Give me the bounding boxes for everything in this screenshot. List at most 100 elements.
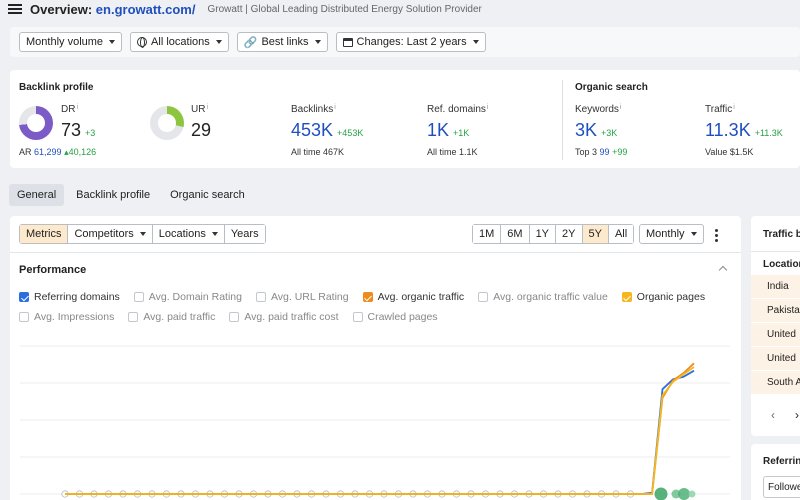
tab-backlink-profile[interactable]: Backlink profile (68, 184, 158, 206)
locations-dropdown[interactable]: All locations (130, 32, 229, 52)
ur-label[interactable]: URi (191, 104, 208, 115)
ref-domains-label[interactable]: Ref. domainsi (427, 104, 488, 115)
backlink-profile-title: Backlink profile (19, 82, 94, 93)
ur-value: 29 (191, 120, 212, 140)
metric-checkbox-label: Referring domains (34, 291, 120, 303)
checkbox-empty-icon (352, 312, 363, 322)
info-icon[interactable]: i (620, 104, 622, 111)
range-2y[interactable]: 2Y (556, 225, 583, 243)
traffic-value-usd: Value $1.5K (705, 147, 754, 157)
target-domain[interactable]: en.growatt.com/ (96, 2, 196, 17)
range-5y[interactable]: 5Y (582, 225, 609, 243)
more-options-icon[interactable] (715, 229, 718, 242)
changes-dropdown[interactable]: Changes: Last 2 years (335, 32, 486, 52)
caret-down-icon (314, 40, 321, 44)
location-row[interactable]: Pakista (751, 299, 800, 323)
dr-label[interactable]: DRi (61, 104, 78, 115)
filter-bar: Monthly volume All locations 🔗 Best links… (10, 27, 800, 57)
top-bar: Overview: en.growatt.com/ Growatt | Glob… (0, 0, 800, 18)
keywords-label[interactable]: Keywordsi (575, 104, 621, 115)
location-row[interactable]: India (751, 275, 800, 299)
event-bubble[interactable] (654, 487, 668, 500)
links-dropdown[interactable]: 🔗 Best links (236, 32, 328, 52)
metric-checkbox[interactable]: Referring domains (19, 291, 120, 303)
info-icon[interactable]: i (733, 104, 735, 111)
keywords-value-group: 3K +3K (575, 120, 618, 140)
range-1m[interactable]: 1M (473, 225, 502, 243)
ur-donut-chart (150, 106, 184, 140)
competitors-dropdown[interactable]: Competitors (68, 225, 153, 243)
metrics-toggle[interactable]: Metrics (20, 225, 69, 243)
caret-down-icon (109, 40, 116, 44)
collapse-chevron-icon[interactable] (718, 265, 728, 275)
range-all[interactable]: All (608, 225, 634, 243)
checkbox-checked-icon (19, 292, 29, 302)
panel-divider (751, 251, 800, 252)
info-icon[interactable]: i (206, 104, 208, 111)
metric-checkbox[interactable]: Avg. Domain Rating (133, 291, 242, 303)
page-tabs: General Backlink profile Organic search (9, 184, 253, 206)
caret-down-icon (472, 40, 479, 44)
ar-value[interactable]: 61,299 (34, 147, 62, 157)
globe-icon (137, 37, 148, 48)
page-subtitle: Growatt | Global Leading Distributed Ene… (207, 3, 482, 15)
location-row[interactable]: United (751, 347, 800, 371)
locations-segment-dropdown[interactable]: Locations (152, 225, 225, 243)
metric-checkbox-label: Avg. Impressions (34, 311, 115, 323)
traffic-value-group: 11.3K +11.3K (705, 120, 783, 140)
dr-value-group: 73 +3 (61, 120, 95, 141)
metric-checkbox[interactable]: Organic pages (621, 291, 706, 303)
metric-checkbox[interactable]: Avg. Impressions (19, 311, 114, 323)
metric-checkbox[interactable]: Avg. URL Rating (255, 291, 349, 303)
info-icon[interactable]: i (334, 104, 336, 111)
info-icon[interactable]: i (487, 104, 489, 111)
range-1y[interactable]: 1Y (529, 225, 557, 243)
metric-checkbox-label: Organic pages (636, 291, 706, 303)
next-page-icon[interactable]: › (795, 408, 799, 422)
keywords-value[interactable]: 3K (575, 120, 597, 140)
event-bubble[interactable] (688, 490, 696, 498)
series-line-0 (65, 369, 695, 495)
location-row[interactable]: United (751, 323, 800, 347)
followed-toggle[interactable]: Followe (763, 476, 800, 498)
range-6m[interactable]: 6M (501, 225, 530, 243)
hamburger-menu-icon[interactable] (8, 4, 22, 14)
performance-chart (20, 345, 730, 500)
checkbox-empty-icon (19, 312, 29, 322)
traffic-panel-title: Traffic b (763, 229, 800, 240)
backlinks-all-time: All time 467K (291, 147, 345, 157)
backlinks-label[interactable]: Backlinksi (291, 104, 336, 115)
volume-dropdown[interactable]: Monthly volume (19, 32, 123, 52)
event-bubble[interactable] (678, 488, 690, 500)
metrics-panel: Backlink profile DRi 73 +3 AR 61,299 ▴40,… (10, 70, 800, 168)
prev-page-icon[interactable]: ‹ (771, 408, 775, 422)
link-icon: 🔗 (243, 36, 258, 49)
caret-down-icon (215, 40, 222, 44)
backlinks-value-group: 453K +453K (291, 120, 364, 140)
location-row[interactable]: South A (751, 371, 800, 395)
metric-checkbox[interactable]: Avg. paid traffic cost (229, 311, 339, 323)
info-icon[interactable]: i (76, 104, 78, 111)
backlinks-value[interactable]: 453K (291, 120, 333, 140)
traffic-label[interactable]: Traffici (705, 104, 735, 115)
location-column-header: Location (763, 259, 800, 270)
metric-checkbox-label: Avg. URL Rating (270, 291, 349, 303)
metric-checkbox-label: Avg. organic traffic value (493, 291, 608, 303)
metric-checkbox[interactable]: Avg. organic traffic (362, 291, 464, 303)
checkbox-empty-icon (128, 312, 139, 322)
dr-delta: +3 (85, 128, 96, 138)
years-toggle[interactable]: Years (224, 225, 265, 243)
organic-search-title: Organic search (575, 82, 648, 93)
metric-checkbox[interactable]: Avg. organic traffic value (478, 291, 608, 303)
metric-checkbox[interactable]: Crawled pages (352, 311, 438, 323)
dr-donut-chart (19, 106, 53, 140)
traffic-value[interactable]: 11.3K (705, 120, 751, 140)
interval-dropdown[interactable]: Monthly (639, 224, 704, 244)
metric-checkboxes-row2: Avg. Impressions Avg. paid traffic Avg. pa… (19, 311, 438, 323)
ref-domains-value[interactable]: 1K (427, 120, 449, 140)
tab-organic-search[interactable]: Organic search (162, 184, 253, 206)
metric-checkbox-label: Avg. Domain Rating (148, 291, 242, 303)
tab-general[interactable]: General (9, 184, 65, 206)
metric-checkbox[interactable]: Avg. paid traffic (128, 311, 215, 323)
metric-checkbox-label: Crawled pages (367, 311, 438, 323)
